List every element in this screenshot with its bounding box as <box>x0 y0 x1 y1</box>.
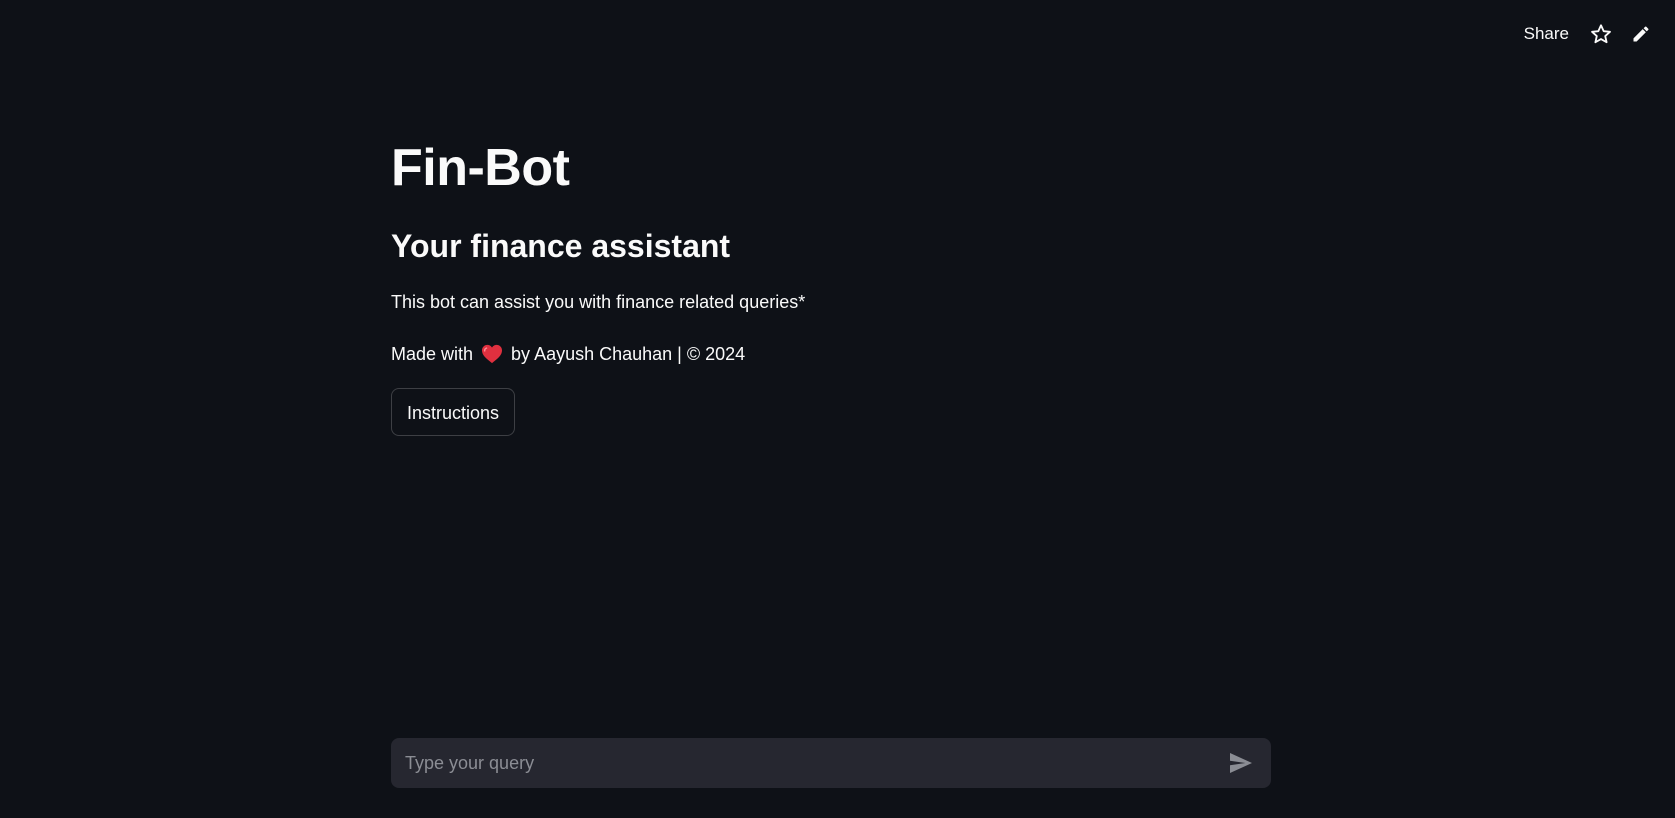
pencil-icon[interactable] <box>1621 18 1661 50</box>
star-icon[interactable] <box>1581 18 1621 50</box>
top-toolbar: Share <box>1512 18 1661 50</box>
page-title: Fin-Bot <box>391 139 570 197</box>
chat-input-bar <box>391 737 1271 789</box>
description-text: This bot can assist you with finance rel… <box>391 292 806 312</box>
credit-prefix: Made with <box>391 344 474 364</box>
app-root: Share Fin-Bot Your finance assistant Thi… <box>0 0 1675 818</box>
share-button[interactable]: Share <box>1512 18 1581 50</box>
main-content: Fin-Bot Your finance assistant This bot … <box>391 130 1271 436</box>
heart-icon <box>481 344 503 364</box>
instructions-button[interactable]: Instructions <box>391 388 516 436</box>
page-subtitle: Your finance assistant <box>391 228 731 264</box>
credit-line: Made with by Aayush Chauhan | © 2024 <box>391 340 1271 368</box>
credit-suffix: by Aayush Chauhan | © 2024 <box>511 344 746 364</box>
query-input[interactable] <box>403 737 1223 789</box>
send-icon[interactable] <box>1223 745 1259 781</box>
